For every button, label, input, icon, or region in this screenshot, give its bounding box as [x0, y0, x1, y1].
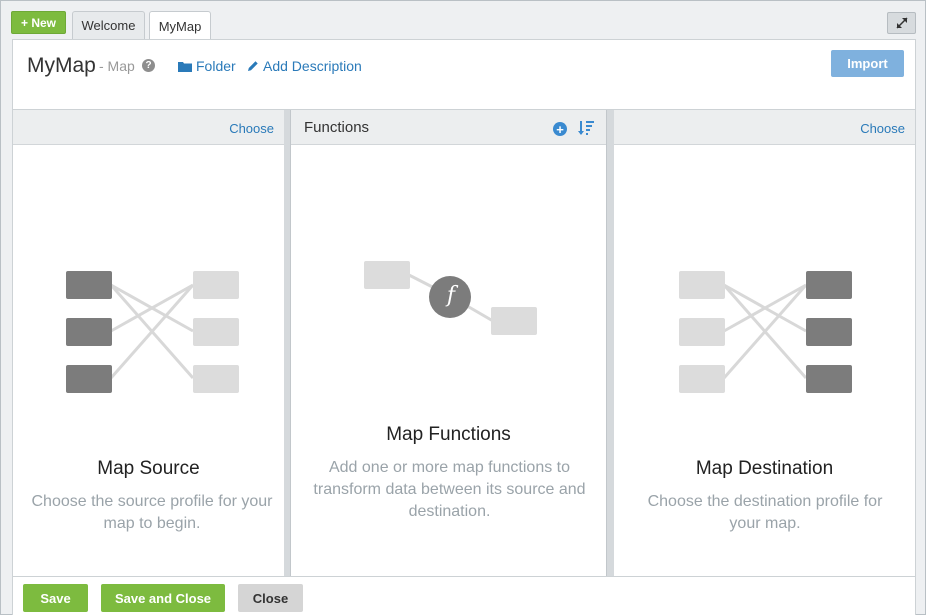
add-function-icon[interactable]: +: [553, 122, 567, 136]
pencil-icon: [248, 61, 258, 71]
map-functions-description: Add one or more map functions to transfo…: [313, 459, 586, 520]
map-source-column: Choose Map Source Choose the source prof…: [13, 110, 284, 577]
folder-link-label: Folder: [196, 58, 236, 74]
map-source-description: Choose the source profile for your map t…: [31, 493, 273, 532]
help-icon[interactable]: ?: [142, 59, 155, 72]
tab-mymap[interactable]: MyMap: [149, 11, 211, 40]
map-columns: Choose Map Source Choose the source prof…: [13, 109, 915, 577]
page-title: MyMap: [27, 54, 96, 77]
map-functions-title: Map Functions: [386, 424, 511, 445]
new-button[interactable]: + New: [11, 11, 66, 34]
map-source-title: Map Source: [97, 458, 200, 479]
map-destination-column: Choose Map Destination Choose the destin…: [614, 110, 915, 577]
add-description-label: Add Description: [263, 58, 362, 74]
expand-icon: [895, 17, 908, 29]
choose-source-link[interactable]: Choose: [229, 121, 274, 136]
expand-button[interactable]: [887, 12, 916, 34]
editor-header: MyMap - Map ? Folder Add Description Imp…: [13, 40, 915, 110]
map-editor-panel: MyMap - Map ? Folder Add Description Imp…: [12, 39, 916, 615]
folder-icon: [178, 61, 192, 72]
destination-column-header: Choose: [614, 110, 915, 145]
map-source-illustration: [66, 271, 239, 393]
source-column-header: Choose: [13, 110, 284, 145]
map-destination-title: Map Destination: [695, 458, 834, 479]
map-destination-illustration: [679, 271, 852, 393]
function-glyph: f: [446, 283, 456, 308]
tab-welcome[interactable]: Welcome: [72, 11, 145, 39]
functions-column-header: Functions +: [291, 110, 606, 145]
add-description-link[interactable]: Add Description: [247, 58, 362, 74]
sort-icon[interactable]: [578, 120, 595, 136]
app-frame: + New Welcome MyMap MyMap - Map ? Folder: [0, 0, 926, 615]
map-functions-column: Functions + f Map Functions Add one or m…: [290, 110, 607, 577]
choose-destination-link[interactable]: Choose: [860, 121, 905, 136]
close-button[interactable]: Close: [238, 584, 303, 612]
tab-bar: + New Welcome MyMap: [1, 1, 926, 40]
editor-footer: Save Save and Close Close: [13, 576, 915, 615]
import-button[interactable]: Import: [831, 50, 904, 77]
map-destination-description: Choose the destination profile for your …: [647, 493, 883, 532]
folder-link[interactable]: Folder: [178, 58, 236, 74]
functions-header-title: Functions: [304, 119, 370, 136]
page-subtitle: - Map: [99, 58, 135, 74]
save-button[interactable]: Save: [23, 584, 88, 612]
save-and-close-button[interactable]: Save and Close: [101, 584, 225, 612]
